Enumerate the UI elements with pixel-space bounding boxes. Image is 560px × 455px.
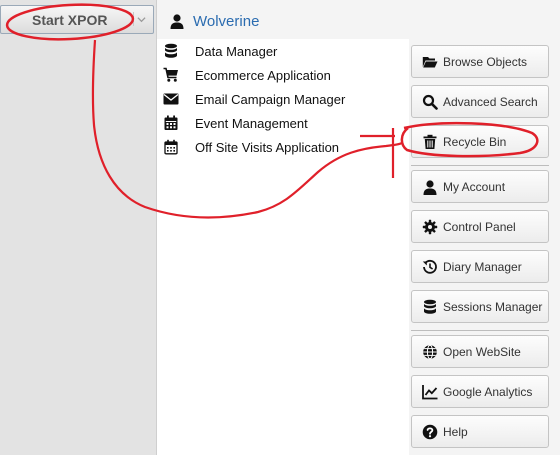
side-button-label: Help: [443, 424, 468, 439]
envelope-icon: [163, 93, 179, 105]
app-label: Email Campaign Manager: [195, 91, 346, 107]
side-button-label: Advanced Search: [443, 94, 538, 109]
history-icon: [422, 259, 437, 274]
recycle-bin-button[interactable]: Recycle Bin: [411, 125, 549, 158]
applications-list: Data Manager Ecommerce Application Email…: [157, 39, 409, 455]
control-panel-button[interactable]: Control Panel: [411, 210, 549, 243]
left-strip: [0, 0, 156, 455]
user-icon: [170, 14, 184, 29]
app-label: Off Site Visits Application: [195, 139, 340, 155]
sessions-manager-button[interactable]: Sessions Manager: [411, 290, 549, 323]
app-item-email-campaign-manager[interactable]: Email Campaign Manager: [163, 88, 345, 110]
help-button[interactable]: Help: [411, 415, 549, 448]
diary-manager-button[interactable]: Diary Manager: [411, 250, 549, 283]
my-account-button[interactable]: My Account: [411, 170, 549, 203]
shopping-cart-icon: [163, 67, 178, 82]
app-label: Ecommerce Application: [195, 67, 331, 83]
globe-icon: [423, 344, 437, 359]
user-name[interactable]: Wolverine: [193, 13, 259, 30]
gear-icon: [422, 219, 438, 234]
open-website-button[interactable]: Open WebSite: [411, 335, 549, 368]
search-icon: [422, 94, 438, 110]
user-header[interactable]: Wolverine: [169, 10, 259, 32]
browse-objects-button[interactable]: Browse Objects: [411, 45, 549, 78]
database-icon: [424, 299, 436, 314]
app-item-event-management[interactable]: Event Management: [163, 112, 308, 134]
advanced-search-button[interactable]: Advanced Search: [411, 85, 549, 118]
start-button[interactable]: Start XPOR: [0, 5, 154, 34]
app-item-data-manager[interactable]: Data Manager: [163, 40, 277, 62]
folder-open-icon: [422, 56, 438, 67]
side-button-label: Google Analytics: [443, 384, 533, 399]
quick-links-column: Browse Objects Advanced Search Recycle B…: [409, 39, 560, 455]
side-button-label: My Account: [443, 179, 506, 194]
google-analytics-button[interactable]: Google Analytics: [411, 375, 549, 408]
side-button-label: Diary Manager: [443, 259, 522, 274]
app-label: Data Manager: [195, 43, 278, 59]
chevron-down-icon[interactable]: [133, 12, 148, 26]
start-menu-panel: Wolverine Data Manager Ecommerce Applica…: [156, 0, 560, 455]
trash-icon: [423, 134, 437, 149]
divider: [411, 165, 549, 166]
divider: [411, 330, 549, 331]
user-icon: [423, 179, 437, 195]
start-label: Start XPOR: [32, 11, 108, 28]
side-button-label: Control Panel: [443, 219, 516, 234]
side-button-label: Sessions Manager: [443, 299, 543, 314]
side-button-label: Browse Objects: [443, 54, 528, 69]
question-circle-icon: [422, 424, 438, 439]
calendar-icon: [164, 115, 178, 130]
app-label: Event Management: [195, 115, 308, 131]
line-chart-icon: [422, 384, 438, 399]
database-icon: [165, 43, 177, 58]
side-button-label: Open WebSite: [443, 344, 521, 359]
calendar-outline-icon: [164, 139, 178, 155]
app-item-off-site-visits-application[interactable]: Off Site Visits Application: [163, 136, 339, 158]
app-item-ecommerce-application[interactable]: Ecommerce Application: [163, 64, 331, 86]
side-button-label: Recycle Bin: [443, 134, 507, 149]
